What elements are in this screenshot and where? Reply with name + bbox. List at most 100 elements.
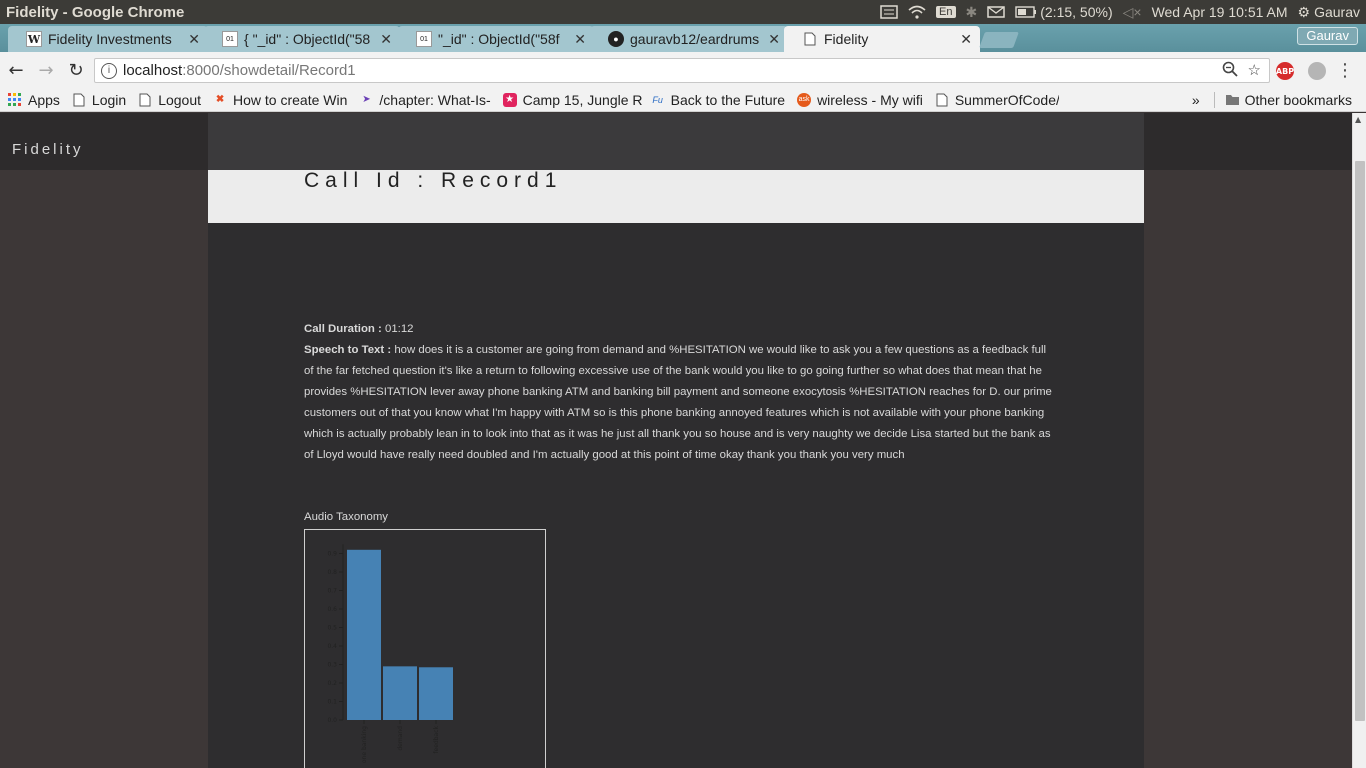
bookmark-wireless-wifi[interactable]: ask wireless - My wifi [791,89,929,111]
input-language-indicator[interactable]: En [936,6,956,18]
close-icon[interactable]: ✕ [188,31,200,48]
bluetooth-icon[interactable]: ✱ [966,4,978,21]
bookmark-label: Apps [28,91,60,108]
tab-json-1[interactable]: 01 { "_id" : ObjectId("58 ✕ [204,26,400,52]
github-icon: ● [608,31,624,47]
bookmark-label: Back to the Future [670,91,786,108]
adblock-plus-icon[interactable]: ABP [1276,62,1294,80]
tab-fidelity-investments[interactable]: W Fidelity Investments ✕ [8,26,208,52]
new-tab-button[interactable] [979,32,1019,48]
profile-button[interactable]: Gaurav [1297,27,1358,45]
tab-label: "_id" : ObjectId("58f [438,31,560,47]
x-tick-label: one banking [361,726,368,763]
tab-fidelity-active[interactable]: Fidelity ✕ [784,26,980,52]
page-icon [138,93,152,107]
session-menu[interactable]: ⚙ Gaurav [1298,4,1360,21]
close-icon[interactable]: ✕ [768,31,780,48]
bookmark-star-icon[interactable]: ☆ [1248,61,1261,81]
ask-icon: ask [797,92,812,107]
chrome-menu-icon[interactable]: ⋮ [1336,60,1354,81]
bookmark-camp-15[interactable]: ★ Camp 15, Jungle R [497,89,645,111]
volume-muted-icon[interactable]: ◁× [1123,4,1142,21]
y-tick-label: 0.7 [327,588,337,595]
y-tick-label: 0.4 [327,643,337,650]
battery-icon [1015,6,1037,18]
page-icon [935,93,949,107]
info-icon[interactable]: i [101,62,117,79]
page-viewport: Fidelity Call Id : Record1 Call Duration… [0,113,1352,768]
close-icon[interactable]: ✕ [380,31,392,48]
wifi-icon[interactable] [908,5,926,19]
bookmarks-overflow-chevron[interactable]: » [1182,92,1210,108]
extension-icon[interactable] [1308,62,1326,80]
page-icon [802,31,818,47]
main-container: Call Id : Record1 Call Duration : 01:12 … [208,113,1144,768]
close-icon[interactable]: ✕ [960,31,972,48]
future-icon: Fu [652,94,663,105]
address-bar[interactable]: i localhost:8000/showdetail/Record1 ☆ [94,58,1270,83]
json-file-icon: 01 [416,31,432,47]
x-tick-label: feedback [433,725,440,753]
bar-demand [383,666,417,720]
battery-text: (2:15, 50%) [1040,4,1113,20]
bookmark-logout[interactable]: Logout [132,89,207,111]
y-tick-label: 0.3 [327,662,337,669]
bookmark-other-bookmarks[interactable]: Other bookmarks [1219,89,1366,111]
bookmark-label: Login [91,91,127,108]
tab-json-2[interactable]: 01 "_id" : ObjectId("58f ✕ [398,26,594,52]
y-tick-label: 0.5 [327,625,337,632]
pin-icon: ★ [502,92,517,107]
bookmarks-divider [1213,91,1215,108]
wikipedia-icon: W [26,31,42,47]
clock[interactable]: Wed Apr 19 10:51 AM [1152,4,1288,20]
bookmark-label: How to create Win [233,91,348,108]
call-duration-value: 01:12 [385,323,414,335]
bookmark-apps[interactable]: Apps [0,89,66,111]
bar-feedback [419,667,453,720]
bookmark-how-to-create-win[interactable]: ✖ How to create Win [207,89,353,111]
bookmark-chapter-what-is[interactable]: ➤ /chapter: What-Is- [353,89,496,111]
y-tick-label: 0.0 [327,717,337,724]
bookmark-login[interactable]: Login [66,89,132,111]
y-tick-label: 0.9 [327,551,337,558]
y-tick-label: 0.8 [327,569,337,576]
keyboard-icon[interactable] [880,5,898,19]
joomla-icon: ✖ [215,94,225,105]
site-brand[interactable]: Fidelity [12,141,84,158]
bookmark-back-to-the-future[interactable]: Fu Back to the Future [645,89,791,111]
bookmark-label: SummerOfCode/2 [954,91,1059,108]
scroll-up-arrow-icon[interactable]: ▲ [1355,115,1361,124]
speech-to-text-row: Speech to Text : how does it is a custom… [304,340,1054,466]
bookmark-label: Other bookmarks [1244,91,1352,108]
zoom-icon[interactable] [1222,61,1238,81]
scrollbar-thumb[interactable] [1355,161,1365,721]
bookmark-label: Camp 15, Jungle R [522,91,643,108]
bar-phone-banking [347,549,381,720]
container-header-band [208,113,1144,170]
url-path: :8000/showdetail/Record1 [182,62,356,79]
bookmark-label: Logout [158,91,202,108]
tab-github-eardrums[interactable]: ● gauravb12/eardrums ✕ [590,26,788,52]
call-id-title: Call Id : Record1 [304,169,563,192]
forward-arrow-icon[interactable]: → [32,56,60,84]
y-tick-label: 0.6 [327,606,337,613]
taxonomy-bar-chart-svg: 0.0 0.1 0.2 0.3 0.4 0.5 0.6 0.7 0.8 0.9 one bankin… [327,544,453,763]
mail-icon[interactable] [987,5,1005,19]
chrome-tab-strip: W Fidelity Investments ✕ 01 { "_id" : Ob… [0,24,1366,52]
close-icon[interactable]: ✕ [574,31,586,48]
url-host: localhost [123,62,183,79]
tab-label: gauravb12/eardrums [630,31,760,47]
x-tick-label: demand [397,726,404,751]
session-user: Gaurav [1314,4,1360,20]
bookmarks-bar: Apps Login Logout ✖ How to create Win ➤ … [0,88,1366,112]
title-jumbotron: Call Id : Record1 [208,170,1144,223]
reload-icon[interactable]: ↻ [62,56,90,84]
speech-to-text-label: Speech to Text : [304,344,392,356]
gear-icon: ⚙ [1297,3,1311,20]
tab-label: Fidelity [824,31,869,47]
bookmark-summer-of-code[interactable]: SummerOfCode/2 [929,89,1059,111]
page-scrollbar[interactable]: ▲ [1352,113,1366,768]
bookmark-label: wireless - My wifi [817,91,923,108]
back-arrow-icon[interactable]: ← [2,56,30,84]
battery-indicator[interactable]: (2:15, 50%) [1015,4,1113,20]
